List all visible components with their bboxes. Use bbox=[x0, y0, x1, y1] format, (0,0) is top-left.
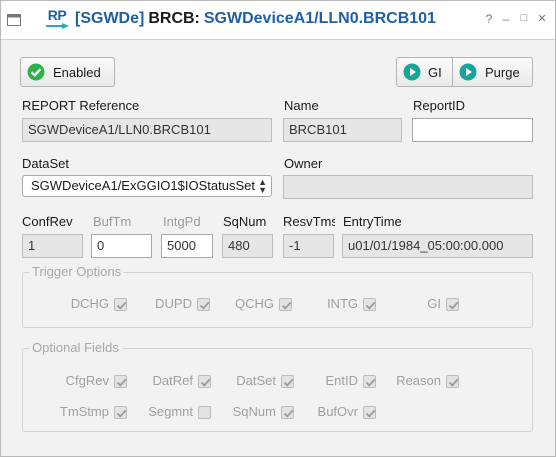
checkbox-qchg[interactable] bbox=[279, 298, 292, 311]
checkbox-label: INTG bbox=[326, 296, 358, 311]
dataset-selected-value: SGWDeviceA1/ExGGIO1$IOStatusSet bbox=[31, 178, 255, 193]
checkbox-tmstmp[interactable] bbox=[114, 406, 127, 419]
gi-label: GI bbox=[428, 65, 442, 80]
optional-fields-group bbox=[22, 348, 533, 432]
checkbox-label: TmStmp bbox=[59, 404, 109, 419]
window-title: [SGWDe] BRCB: SGWDeviceA1/LLN0.BRCB101 bbox=[75, 10, 436, 28]
checkbox-label: GI bbox=[427, 296, 441, 311]
checkbox-gi[interactable] bbox=[446, 298, 459, 311]
checkbox-label: EntID bbox=[325, 373, 358, 388]
checkbox-label: BufOvr bbox=[317, 404, 358, 419]
sqnum-field: 480 bbox=[222, 234, 273, 258]
title-name: BRCB: bbox=[148, 10, 200, 27]
checkmark-icon bbox=[281, 301, 292, 310]
checkmark-icon bbox=[448, 378, 459, 387]
checkbox-reason[interactable] bbox=[446, 375, 459, 388]
purge-label: Purge bbox=[485, 65, 520, 80]
title-tag: [SGWDe] bbox=[75, 10, 145, 27]
enabled-button[interactable]: Enabled bbox=[20, 57, 115, 87]
minimize-button[interactable]: – bbox=[499, 12, 513, 26]
resvtms-field: -1 bbox=[283, 234, 334, 258]
help-button[interactable]: ? bbox=[482, 12, 496, 26]
checkbox-entid[interactable] bbox=[363, 375, 376, 388]
entrytime-field: u01/01/1984_05:00:00.000 bbox=[342, 234, 533, 258]
dataset-select[interactable]: SGWDeviceA1/ExGGIO1$IOStatusSet ▲ ▼ bbox=[22, 175, 272, 197]
rp-logo-text: RP bbox=[47, 7, 67, 23]
sqnum-label: SqNum bbox=[223, 214, 267, 229]
purge-button[interactable]: Purge bbox=[452, 57, 533, 87]
checkbox-label: DUPD bbox=[155, 296, 192, 311]
window-menu-icon[interactable] bbox=[7, 14, 21, 26]
checkmark-icon bbox=[448, 301, 459, 310]
checkbox-cfgrev[interactable] bbox=[114, 375, 127, 388]
checkbox-label: CfgRev bbox=[65, 373, 109, 388]
checkbox-dchg[interactable] bbox=[114, 298, 127, 311]
intgpd-input[interactable]: 5000 bbox=[161, 234, 213, 258]
entrytime-label: EntryTime bbox=[343, 214, 402, 229]
checkbox-label: DatRef bbox=[152, 373, 193, 388]
gi-button[interactable]: GI bbox=[396, 57, 453, 87]
resvtms-label: ResvTms bbox=[283, 214, 335, 229]
report-id-input[interactable] bbox=[412, 118, 533, 142]
checkbox-label: QCHG bbox=[235, 296, 274, 311]
checkmark-icon bbox=[116, 378, 127, 387]
checkmark-icon bbox=[365, 409, 376, 418]
title-bar[interactable]: RP [SGWDe] BRCB: SGWDeviceA1/LLN0.BRCB101 … bbox=[1, 1, 555, 40]
dataset-label: DataSet bbox=[22, 156, 69, 171]
close-button[interactable]: ✕ bbox=[535, 12, 549, 25]
rp-logo: RP bbox=[44, 7, 70, 31]
checkbox-datref[interactable] bbox=[198, 375, 211, 388]
buftm-input[interactable]: 0 bbox=[91, 234, 152, 258]
checkbox-intg[interactable] bbox=[363, 298, 376, 311]
checkbox-label: Segmnt bbox=[148, 404, 193, 419]
name-label: Name bbox=[284, 98, 319, 113]
owner-field bbox=[283, 175, 533, 199]
owner-label: Owner bbox=[284, 156, 323, 171]
confrev-field: 1 bbox=[22, 234, 83, 258]
name-field: BRCB101 bbox=[283, 118, 402, 142]
maximize-button[interactable]: □ bbox=[517, 12, 531, 24]
title-path: SGWDeviceA1/LLN0.BRCB101 bbox=[203, 10, 436, 27]
check-circle-icon bbox=[27, 63, 45, 81]
report-reference-label: REPORT Reference bbox=[22, 98, 140, 113]
play-icon bbox=[459, 63, 477, 81]
checkbox-label: DCHG bbox=[70, 296, 109, 311]
trigger-options-title: Trigger Options bbox=[29, 264, 125, 279]
intgpd-label: IntgPd bbox=[163, 214, 201, 229]
brcb-window: RP [SGWDe] BRCB: SGWDeviceA1/LLN0.BRCB101 … bbox=[0, 0, 556, 457]
play-icon bbox=[403, 63, 421, 81]
optional-fields-title: Optional Fields bbox=[29, 340, 122, 355]
confrev-label: ConfRev bbox=[22, 214, 73, 229]
enabled-label: Enabled bbox=[53, 65, 101, 80]
checkbox-bufovr[interactable] bbox=[363, 406, 376, 419]
checkbox-segmnt[interactable] bbox=[198, 406, 211, 419]
checkbox-label: SqNum bbox=[232, 404, 276, 419]
checkbox-label: DatSet bbox=[236, 373, 276, 388]
report-id-label: ReportID bbox=[413, 98, 466, 113]
buftm-label: BufTm bbox=[93, 214, 132, 229]
select-arrows-icon: ▲ ▼ bbox=[258, 177, 267, 195]
checkbox-label: Reason bbox=[396, 373, 441, 388]
checkmark-icon bbox=[116, 409, 127, 418]
rp-logo-arrow-icon bbox=[46, 23, 69, 29]
report-reference-field: SGWDeviceA1/LLN0.BRCB101 bbox=[22, 118, 272, 142]
